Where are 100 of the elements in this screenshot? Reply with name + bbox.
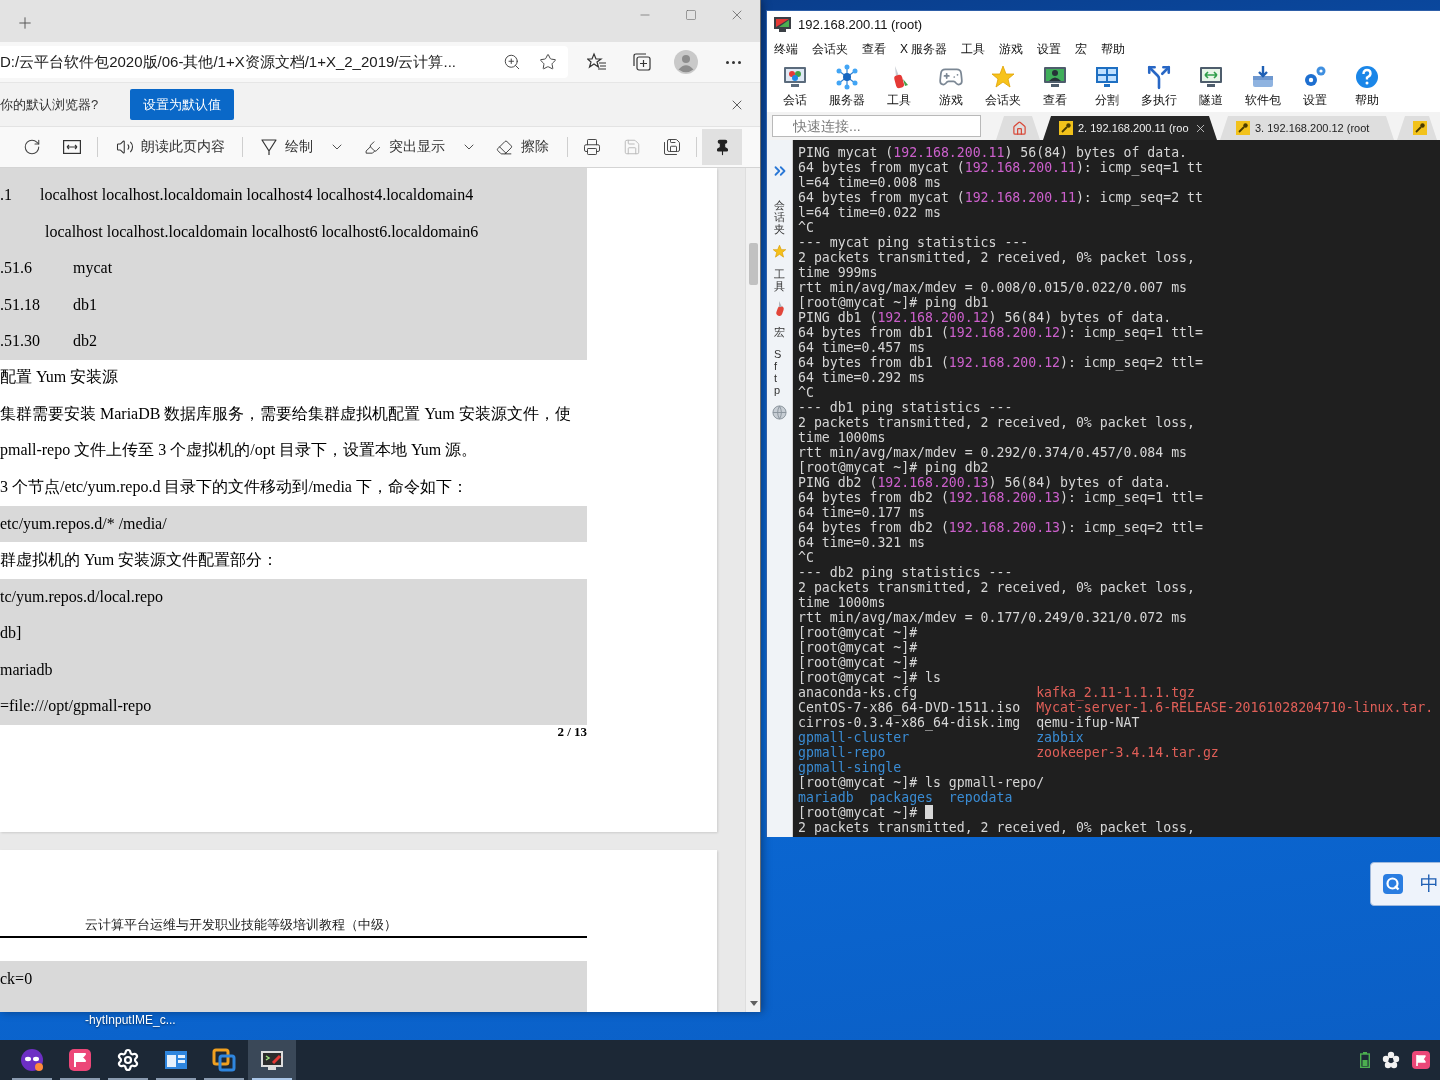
page-number: 2 / 13 <box>557 724 587 739</box>
terminal-line: [root@mycat ~]# ls <box>798 670 941 685</box>
code-text: db2 <box>73 332 97 351</box>
session-tab[interactable]: 3. 192.168.200.12 (root <box>1220 116 1394 140</box>
set-default-button[interactable]: 设置为默认值 <box>130 89 235 120</box>
terminal-line: 64 bytes from db2 (192.168.200.13): icmp_seq=1 ttl= <box>798 490 1203 505</box>
page-header-text: 云计算平台运维与开发职业技能等级培训教程（中级） <box>85 916 397 934</box>
key-icon <box>1413 121 1427 135</box>
highlight-button[interactable]: 突出显示 <box>359 132 450 162</box>
toolbar-button[interactable]: 多执行 <box>1133 60 1185 112</box>
menu-item[interactable]: 终端 <box>767 40 805 58</box>
paragraph-text: pmall-repo 文件上传至 3 个虚拟机的/opt 目录下，设置本地 Yum 源。 <box>0 440 478 461</box>
terminal-line: ^C <box>798 220 814 235</box>
settings-icon <box>116 1048 140 1072</box>
code-text: .51.6 <box>0 259 32 277</box>
terminal-line: 64 bytes from mycat (192.168.200.11): icmp_seq=2 tt <box>798 190 1203 205</box>
network-nodes-icon <box>834 64 860 90</box>
zoom-in-icon <box>503 53 521 71</box>
session-tab[interactable]: 2. 192.168.200.11 (roo <box>1043 116 1217 140</box>
menu-item[interactable]: 工具 <box>954 40 993 58</box>
terminal-text: zabbix <box>1036 730 1084 745</box>
terminal-line: PING db1 (192.168.200.12) 56(84) bytes of data. <box>798 310 1172 325</box>
terminal-text: zookeeper-3.4.14.tar.gz <box>1036 745 1219 760</box>
menu-item[interactable]: 查看 <box>855 40 893 58</box>
terminal-line: PING mycat (192.168.200.11) 56(84) bytes of data. <box>798 145 1188 160</box>
draw-button[interactable]: 绘制 <box>256 132 318 162</box>
maximize-icon <box>685 9 697 21</box>
toolbar-button[interactable]: 查看 <box>1029 60 1081 112</box>
star-list-icon <box>587 52 607 72</box>
pen-nib-icon <box>261 138 277 156</box>
highlighter-icon <box>364 138 381 156</box>
menu-item[interactable]: 帮助 <box>1094 40 1133 58</box>
read-aloud-button[interactable]: 朗读此页内容 <box>111 132 230 162</box>
scroll-down-arrow-icon[interactable] <box>749 1001 758 1006</box>
sidebar-tab[interactable]: 工具 <box>774 268 785 293</box>
code-text: mycat <box>73 259 113 278</box>
toolbar-button[interactable]: 工具 <box>873 60 925 112</box>
globe-icon <box>772 404 787 420</box>
taskbar-app-button[interactable] <box>248 1040 296 1080</box>
toolbar-button[interactable]: 帮助 <box>1341 60 1393 112</box>
terminal-line: [root@mycat ~]# ls gpmall-repo/ <box>798 775 1045 790</box>
terminal-line: [root@mycat ~]# <box>798 805 933 820</box>
printer-icon <box>583 138 601 156</box>
speaker-icon <box>116 138 134 156</box>
terminal-line: --- mycat ping statistics --- <box>798 235 1029 250</box>
toolbar-button[interactable]: 分割 <box>1081 60 1133 112</box>
terminal-text: gpmall-cluster <box>798 730 910 745</box>
star-icon <box>539 53 557 71</box>
star-icon <box>990 64 1016 90</box>
input-mode-button[interactable]: 中 <box>1420 871 1439 897</box>
scrollbar-thumb[interactable] <box>749 243 758 285</box>
grid-window-icon <box>1094 64 1120 90</box>
flower-icon <box>1382 1051 1400 1069</box>
terminal-text: gpmall-repo <box>798 745 887 760</box>
sidebar-tab[interactable]: 会话夹 <box>774 199 785 236</box>
url-text: D:/云平台软件包2020版/06-其他/1+X资源文档/1+X_2_2019/云计算... <box>0 52 456 72</box>
toolbar-button[interactable]: 会话 <box>769 60 821 112</box>
sidebar-tab[interactable]: Sftp <box>774 347 785 396</box>
menu-item[interactable]: 设置 <box>1030 40 1069 58</box>
monitor-person-icon <box>1042 64 1068 90</box>
terminal-line: 2 packets transmitted, 2 received, 0% packet loss, <box>798 580 1195 595</box>
save-icon <box>623 138 641 156</box>
menu-item[interactable]: X 服务器 <box>893 40 955 58</box>
quick-connect-field[interactable]: 快速连接... <box>772 115 981 137</box>
monitor-icon <box>782 64 808 90</box>
toolbar-button[interactable]: 游戏 <box>925 60 977 112</box>
sidebar-tab[interactable]: 宏 <box>774 326 785 339</box>
terminal-text: gpmall-single <box>798 760 902 775</box>
pin-button[interactable] <box>702 129 742 165</box>
menu-item[interactable]: 宏 <box>1068 40 1095 58</box>
toolbar-button[interactable]: 设置 <box>1289 60 1341 112</box>
window-icon <box>164 1048 188 1072</box>
address-bar[interactable]: D:/云平台软件包2020版/06-其他/1+X资源文档/1+X_2_2019/云计算... <box>0 46 568 78</box>
code-text: db1 <box>73 295 97 314</box>
toolbar-button[interactable]: 会话夹 <box>977 60 1029 112</box>
star-icon <box>772 244 787 260</box>
menu-item[interactable]: 会话夹 <box>805 40 855 58</box>
terminal-line: rtt min/avg/max/mdev = 0.008/0.015/0.022/0.007 ms <box>798 280 1188 295</box>
toolbar-button[interactable]: 服务器 <box>821 60 873 112</box>
battery-icon <box>1360 1052 1370 1068</box>
desktop-icon-label[interactable]: -hytInputIME_c... <box>85 1013 176 1027</box>
key-icon <box>1236 121 1250 135</box>
terminal-line: 64 time=0.177 ms <box>798 505 926 520</box>
terminal-line: [root@mycat ~]# ping db1 <box>798 295 989 310</box>
plus-icon <box>16 14 34 32</box>
download-box-icon <box>1250 64 1276 90</box>
key-icon <box>1059 121 1073 135</box>
menu-item[interactable]: 游戏 <box>992 40 1031 58</box>
erase-button[interactable]: 擦除 <box>491 132 554 162</box>
terminal-line: ^C <box>798 550 814 565</box>
app-icon <box>774 17 791 32</box>
terminal-line: rtt min/avg/max/mdev = 0.177/0.249/0.321/0.072 ms <box>798 610 1188 625</box>
terminal-line: [root@mycat ~]# <box>798 640 918 655</box>
terminal-line: mariadb packages repodata <box>798 790 1013 805</box>
terminal-line: --- db2 ping statistics --- <box>798 565 1013 580</box>
window-title: 192.168.200.11 (root) <box>798 17 923 32</box>
terminal-text: cirros-0.3.4-x86_64-disk.img <box>798 715 1022 730</box>
toolbar-button[interactable]: 隧道 <box>1185 60 1237 112</box>
code-text: mariadb <box>0 660 53 679</box>
toolbar-button[interactable]: 软件包 <box>1237 60 1289 112</box>
